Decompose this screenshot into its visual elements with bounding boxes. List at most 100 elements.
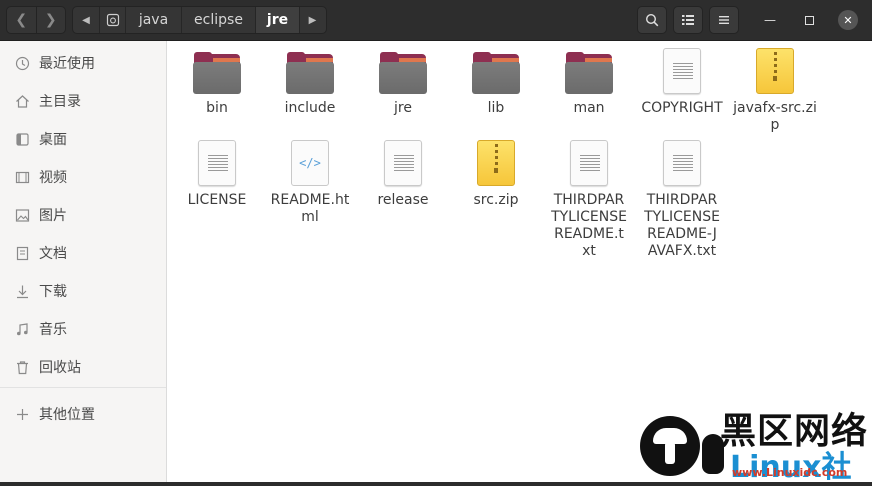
download-icon	[14, 283, 30, 299]
path-segment-java[interactable]: java	[125, 7, 181, 33]
sidebar-item-label: 图片	[39, 208, 67, 224]
zip-archive-icon	[751, 48, 799, 96]
file-item-license[interactable]: LICENSE	[171, 140, 263, 209]
file-name: README.html	[270, 192, 350, 225]
maximize-icon	[804, 15, 814, 25]
file-name: src.zip	[473, 192, 519, 208]
search-icon	[645, 13, 659, 27]
watermark-url: www.Linuxidc.com	[732, 466, 848, 479]
folder-icon	[379, 48, 427, 96]
watermark-logo: 黑区网络 Linux社 www.Linuxidc.com	[640, 412, 872, 485]
path-scroll-left-button[interactable]: ◀	[73, 7, 99, 33]
sidebar-item-label: 其他位置	[39, 407, 95, 423]
text-file-icon	[658, 140, 706, 188]
music-icon	[14, 321, 30, 337]
minimize-icon: —	[764, 13, 776, 27]
file-item-readme-html[interactable]: </> README.html	[264, 140, 356, 226]
text-file-icon	[379, 140, 427, 188]
file-item-bin[interactable]: bin	[171, 48, 263, 117]
file-item-src-zip[interactable]: src.zip	[450, 140, 542, 209]
folder-icon	[193, 48, 241, 96]
file-item-thirdpartylicensereadme-javafx[interactable]: THIRDPARTYLICENSEREADME-JAVAFX.txt	[636, 140, 728, 260]
file-item-man[interactable]: man	[543, 48, 635, 117]
back-button[interactable]: ❮	[7, 7, 36, 33]
path-segment-jre[interactable]: jre	[255, 7, 299, 33]
watermark-brand: Linux社	[730, 450, 852, 485]
sidebar-item-home[interactable]: 主目录	[0, 83, 166, 119]
text-file-icon	[658, 48, 706, 96]
file-item-jre[interactable]: jre	[357, 48, 449, 117]
arrow-right-icon: ▶	[308, 14, 317, 26]
sidebar-item-videos[interactable]: 视频	[0, 159, 166, 195]
chevron-right-icon: ❯	[44, 12, 57, 28]
close-button[interactable]: ✕	[838, 10, 858, 30]
sidebar-item-music[interactable]: 音乐	[0, 311, 166, 347]
sidebar-divider	[0, 387, 166, 388]
sidebar-item-pictures[interactable]: 图片	[0, 197, 166, 233]
file-item-include[interactable]: include	[264, 48, 356, 117]
document-icon	[14, 245, 30, 261]
sidebar-item-label: 文档	[39, 246, 67, 262]
folder-icon	[286, 48, 334, 96]
file-name: THIRDPARTYLICENSEREADME.txt	[551, 192, 627, 259]
path-segment-eclipse[interactable]: eclipse	[181, 7, 255, 33]
nav-buttons: ❮ ❯	[6, 6, 66, 34]
chevron-left-icon: ❮	[15, 12, 28, 28]
path-scroll-right-button[interactable]: ▶	[299, 7, 325, 33]
file-item-lib[interactable]: lib	[450, 48, 542, 117]
search-button[interactable]	[637, 6, 667, 34]
sidebar-item-downloads[interactable]: 下载	[0, 273, 166, 309]
path-root-button[interactable]	[99, 7, 125, 33]
file-name: release	[377, 192, 429, 208]
sidebar-item-documents[interactable]: 文档	[0, 235, 166, 271]
hamburger-menu-icon	[719, 16, 729, 24]
video-icon	[14, 169, 30, 185]
forward-button[interactable]: ❯	[35, 7, 66, 33]
sidebar-item-label: 桌面	[39, 132, 67, 148]
folder-icon	[472, 48, 520, 96]
sidebar-item-other-locations[interactable]: 其他位置	[0, 396, 166, 432]
header-bar: ❮ ❯ ◀ java eclipse jre ▶ — ✕	[0, 0, 872, 41]
file-item-release[interactable]: release	[357, 140, 449, 209]
file-item-copyright[interactable]: COPYRIGHT	[636, 48, 728, 117]
sidebar-item-trash[interactable]: 回收站	[0, 349, 166, 385]
sidebar-item-recent[interactable]: 最近使用	[0, 45, 166, 81]
file-name: jre	[394, 100, 412, 116]
file-name: THIRDPARTYLICENSEREADME-JAVAFX.txt	[644, 192, 720, 259]
maximize-button[interactable]	[799, 10, 819, 30]
file-item-javafx-src-zip[interactable]: javafx-src.zip	[729, 48, 821, 134]
sidebar-item-label: 回收站	[39, 360, 81, 376]
file-name: LICENSE	[187, 192, 247, 208]
file-name: lib	[487, 100, 505, 116]
file-name: man	[573, 100, 605, 116]
path-bar: ◀ java eclipse jre ▶	[72, 6, 327, 34]
view-toggle-button[interactable]	[673, 6, 703, 34]
clock-icon	[14, 55, 30, 71]
minimize-button[interactable]: —	[760, 10, 780, 30]
sidebar-item-label: 音乐	[39, 322, 67, 338]
desktop-icon	[14, 131, 30, 147]
close-icon: ✕	[843, 13, 853, 27]
image-icon	[14, 207, 30, 223]
text-file-icon	[193, 140, 241, 188]
arrow-left-icon: ◀	[82, 14, 90, 26]
folder-icon	[565, 48, 613, 96]
menu-button[interactable]	[709, 6, 739, 34]
html-file-icon: </>	[286, 140, 334, 188]
list-view-icon	[682, 15, 694, 25]
sidebar: 最近使用 主目录 桌面 视频 图片 文档 下载 音乐 回收站 其他位置	[0, 41, 167, 482]
zip-archive-icon	[472, 140, 520, 188]
home-icon	[14, 93, 30, 109]
plus-icon	[14, 406, 30, 422]
text-file-icon	[565, 140, 613, 188]
file-name: COPYRIGHT	[641, 100, 723, 116]
sidebar-item-label: 视频	[39, 170, 67, 186]
sidebar-item-desktop[interactable]: 桌面	[0, 121, 166, 157]
trash-icon	[14, 359, 30, 375]
sidebar-item-label: 下载	[39, 284, 67, 300]
sidebar-item-label: 最近使用	[39, 56, 95, 72]
file-item-thirdpartylicensereadme[interactable]: THIRDPARTYLICENSEREADME.txt	[543, 140, 635, 260]
disk-icon	[106, 13, 119, 27]
file-name: javafx-src.zip	[733, 100, 817, 133]
sidebar-item-label: 主目录	[39, 94, 81, 110]
